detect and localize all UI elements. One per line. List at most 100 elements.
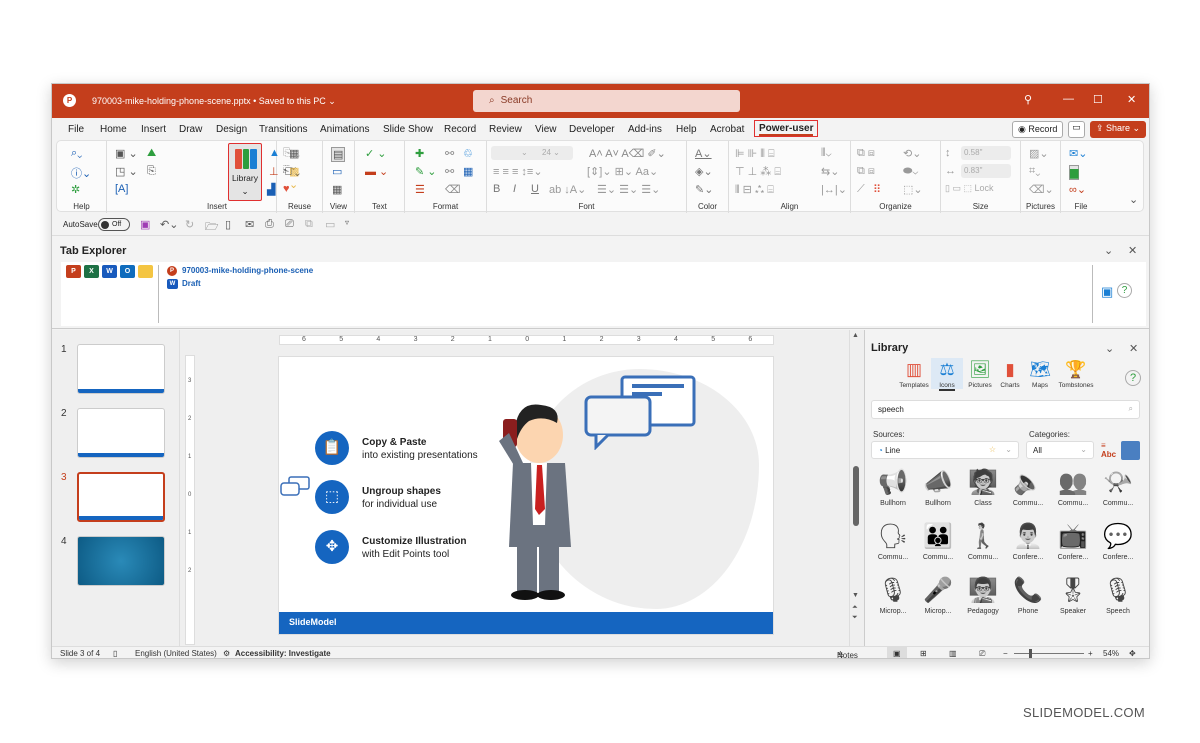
eraser-icon[interactable]: ⌫⌄ [1029,183,1054,196]
email-icon[interactable]: ✉⌄ [1069,147,1087,160]
library-tab-maps[interactable]: 🗺 Maps [1024,358,1056,389]
fit-to-window-icon[interactable]: ✥ [1129,649,1136,658]
star-icon[interactable]: ☆ [989,445,996,454]
next-slide-icon[interactable]: ⏷ [852,614,858,622]
arrange-icon[interactable]: ▦ [463,165,473,178]
tab-acrobat[interactable]: Acrobat [710,124,744,135]
swap-icon[interactable]: ⇆⌄ [821,165,839,178]
spacing-icon[interactable]: |↔|⌄ [821,183,847,196]
maximize-button[interactable]: ☐ [1093,93,1103,106]
slide-thumbnail-4[interactable] [77,536,165,586]
chevron-down-icon[interactable]: ⌄ [1105,342,1114,355]
font-color-icon[interactable]: A⌄ [695,147,712,160]
grid-view-icon[interactable]: ▦ [332,183,342,196]
library-icon-item[interactable]: 👨‍🏫 Pedagogy [961,574,1005,615]
zoom-slider-thumb[interactable] [1029,649,1032,658]
scrollbar-thumb[interactable] [853,466,859,526]
shapes-icon[interactable]: ◳ ⌄ [115,165,138,178]
print-icon[interactable]: ⎙ [265,218,274,231]
language-flag-icon[interactable]: ▬ ⌄ [365,165,388,178]
document-title[interactable]: 970003-mike-holding-phone-scene.pptx • S… [92,96,336,107]
slide-thumbnail-3[interactable] [77,472,165,522]
strikethrough-button[interactable]: ab ↓A⌄ [549,183,586,196]
insert-slide-icon[interactable]: ▣ ⌄ [115,147,138,160]
library-icon-item[interactable]: 🚶 Commu... [961,520,1005,561]
zoom-out-button[interactable]: − [1003,649,1008,658]
zoom-level[interactable]: 54% [1103,649,1119,658]
tab-transitions[interactable]: Transitions [259,124,308,135]
library-icon-item[interactable]: 📯 Commu... [1096,466,1140,507]
library-icon-item[interactable]: 📣 Bullhorn [916,466,960,507]
italic-button[interactable]: I [513,183,516,195]
height-input[interactable]: 0.58" [961,146,1011,160]
tab-insert[interactable]: Insert [141,124,166,135]
align-middle-icon[interactable]: ⫴ ⊟ ⁂ ⌸ [735,183,774,197]
spelling-icon[interactable]: ✓ ⌄ [365,147,387,160]
crop-icon[interactable]: ⌗⌄ [1029,165,1040,178]
tab-review[interactable]: Review [489,124,522,135]
zoom-in-button[interactable]: + [1088,649,1093,658]
save-icon[interactable]: ▣ [1101,284,1113,300]
align-left-icon[interactable]: ⊫ ⊪ ⫴ ⌸ [735,147,775,161]
open-icon[interactable]: 🗁 [205,218,219,237]
tab-help[interactable]: Help [676,124,697,135]
chart-icon[interactable]: ▟ [267,183,275,196]
accessibility-status[interactable]: Accessibility: Investigate [235,649,331,658]
slide-canvas[interactable]: 📋 Copy & Paste into existing presentatio… [278,356,774,635]
help-icon[interactable]: ? [1125,370,1141,386]
align-top-icon[interactable]: ⊤ ⊥ ⁂ ⌸ [735,165,781,179]
save-icon[interactable]: ▣ [140,218,150,231]
undo-icon[interactable]: ↶⌄ [160,218,178,231]
library-icon-item[interactable]: 👨‍💼 Confere... [1006,520,1050,561]
library-icon-item[interactable]: 📞 Phone [1006,574,1050,615]
library-icon-item[interactable]: 💬 Confere... [1096,520,1140,561]
library-tab-charts[interactable]: ▮ Charts [994,358,1026,389]
tab-home[interactable]: Home [100,124,127,135]
bullets-icons[interactable]: ☰⌄ ☰⌄ ☰⌄ [597,183,660,196]
sparkle-icon[interactable]: ✚ [415,147,424,160]
merge-icon[interactable]: ⬬⌄ [903,165,918,178]
word-filter-icon[interactable]: W [102,265,117,278]
library-tab-pictures[interactable]: 🖼 Pictures [964,358,996,389]
collapse-ribbon-icon[interactable]: ⌄ [1129,193,1138,206]
eraser-icon[interactable]: ⌫ [445,183,461,196]
reading-view-button[interactable]: ▥ [949,649,957,658]
format-painter-icon[interactable]: ⚯ [445,147,454,160]
previous-slide-icon[interactable]: ⏶ [852,604,858,612]
normal-view-button[interactable]: ▣ [887,647,907,658]
color-grid-icon[interactable]: ⠿ [873,183,881,196]
paste-icon[interactable]: ⎗ ⌄ [283,165,300,178]
group-icon[interactable]: ⧉ ⧈ [857,147,875,160]
textbox-icon[interactable]: [A] [115,183,128,195]
select-icon[interactable]: ⟋ [857,183,865,196]
spell-check-icon[interactable]: ▯ [113,649,117,658]
outline-color-icon[interactable]: ✎⌄ [695,183,713,196]
library-tab-templates[interactable]: ▥ Templates [898,358,930,389]
tab-file[interactable]: File [68,124,84,135]
powerpoint-filter-icon[interactable]: P [66,265,81,278]
tab-record[interactable]: Record [444,124,476,135]
tab-add-ins[interactable]: Add-ins [628,124,662,135]
library-icon-item[interactable]: 🎙 Microp... [871,574,915,615]
slide-thumbnail-1[interactable] [77,344,165,394]
record-button[interactable]: ◉ Record [1012,121,1064,138]
close-button[interactable]: ✕ [1127,93,1136,106]
customize-qat-icon[interactable]: ▿ [345,218,349,227]
settings-icon[interactable]: ✲ [71,183,80,196]
color-picker-button[interactable] [1121,441,1140,460]
scroll-up-icon[interactable]: ▲ [852,332,859,339]
outline-view-icon[interactable]: ▭ [332,165,342,178]
fill-color-icon[interactable]: ◈⌄ [695,165,713,178]
search-box[interactable]: ⌕ Search [473,90,740,112]
library-icon-item[interactable]: 📢 Bullhorn [871,466,915,507]
tab-developer[interactable]: Developer [569,124,615,135]
ungroup-icon[interactable]: ⧉ ⧈ [857,165,875,178]
share-button[interactable]: ⇪ Share ⌄ [1090,121,1147,138]
brush-icon[interactable]: ⚯ [445,165,454,178]
library-button[interactable]: Library ⌄ [228,143,262,201]
library-icon-item[interactable]: 👪 Commu... [916,520,960,561]
language-status[interactable]: English (United States) [135,649,217,658]
library-icon-item[interactable]: 📺 Confere... [1051,520,1095,561]
screenshot-icon[interactable]: ⎘ [147,165,156,178]
comments-button[interactable]: ▭ [1068,121,1085,138]
